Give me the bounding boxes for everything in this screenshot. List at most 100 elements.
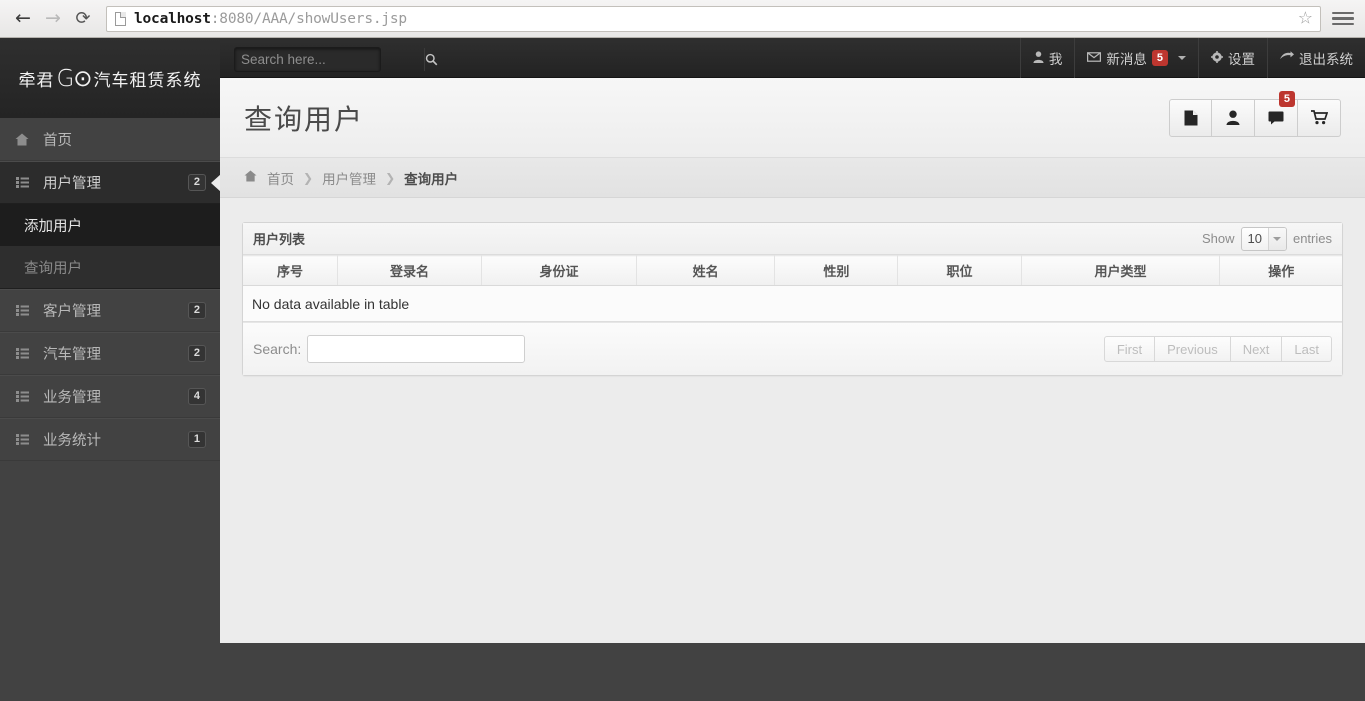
column-header-user-type[interactable]: 用户类型 [1021,255,1221,286]
table-body: No data available in table [243,285,1342,322]
page-size-select[interactable]: 10 [1240,226,1287,251]
sidebar-item-label: 首页 [43,132,72,149]
breadcrumb-item-home[interactable]: 首页 [267,168,294,188]
comment-badge: 5 [1278,90,1295,107]
cart-icon[interactable] [1298,98,1341,137]
column-header-name[interactable]: 姓名 [636,255,776,286]
sidebar-item-label: 业务管理 [43,390,101,406]
forward-icon[interactable]: → [38,4,68,34]
user-icon[interactable] [1212,98,1255,137]
chevron-right-icon: ❯ [303,170,314,185]
sidebar-subitem-add-user[interactable]: 添加用户 [0,204,220,246]
message-badge: 5 [1151,50,1168,66]
topnav-item-profile[interactable]: 我 [1019,38,1075,78]
column-header-actions[interactable]: 操作 [1219,255,1342,286]
topnav-label: 设置 [1228,52,1255,68]
address-bar[interactable]: localhost:8080/AAA/showUsers.jsp ☆ [106,5,1321,32]
browser-menu-icon[interactable] [1332,11,1354,26]
table-header-row: 序号 登录名 身份证 姓名 性别 职位 用户类型 操作 [243,255,1342,286]
sidebar-badge: 1 [187,431,206,448]
main-content: 查询用户 5 首页 ❯ 用户管理 ❯ 查询用户 用户列表 Show 10 ent… [220,78,1365,643]
sidebar-subitem-query-user[interactable]: 查询用户 [0,246,220,288]
sidebar-item-customer-management[interactable]: 客户管理 2 [0,289,220,332]
topnav-item-messages[interactable]: 新消息 5 [1074,38,1198,78]
user-icon [1033,50,1044,66]
go-mark-icon: G⊙ [56,66,92,92]
entries-label: entries [1292,231,1332,246]
url-text: localhost:8080/AAA/showUsers.jsp [134,11,407,27]
column-header-index[interactable]: 序号 [243,255,338,286]
envelope-icon [1087,51,1102,65]
users-table: 序号 登录名 身份证 姓名 性别 职位 用户类型 操作 No data avai [243,255,1342,322]
table-search-label: Search: [253,341,302,357]
breadcrumb-item-user-management[interactable]: 用户管理 [322,168,376,188]
sidebar-subitem-label: 查询用户 [24,260,82,277]
sidebar-item-business-management[interactable]: 业务管理 4 [0,375,220,418]
sidebar-item-business-statistics[interactable]: 业务统计 1 [0,418,220,461]
topnav-item-settings[interactable]: 设置 [1198,38,1267,78]
page-action-buttons: 5 [1169,90,1341,137]
page-header: 查询用户 5 [220,78,1365,158]
list-icon [14,305,30,316]
column-header-login[interactable]: 登录名 [337,255,482,286]
table-search-input[interactable] [307,335,526,363]
search-input[interactable] [235,52,424,67]
list-icon [14,348,30,359]
sidebar-badge: 2 [187,345,206,362]
column-header-idcard[interactable]: 身份证 [481,255,637,286]
empty-message: No data available in table [243,285,1342,322]
breadcrumb-item-current: 查询用户 [404,171,459,188]
sidebar-item-car-management[interactable]: 汽车管理 2 [0,332,220,375]
search-icon[interactable] [424,48,438,71]
home-icon [244,169,257,186]
panel-title: 用户列表 [253,233,306,248]
sidebar-item-home[interactable]: 首页 [0,118,220,161]
document-icon[interactable] [1169,98,1212,137]
url-path: :8080/AAA/showUsers.jsp [210,10,407,27]
app-root: 我 新消息 5 [0,38,1365,701]
top-navigation: 我 新消息 5 设置 退出系统 [1019,38,1365,78]
page-size-value: 10 [1247,231,1262,246]
user-list-panel: 用户列表 Show 10 entries 序号 登录名 身份证 姓名 性别 职位… [242,222,1343,376]
table-search: Search: [253,335,526,363]
show-label: Show [1201,231,1235,246]
topnav-item-logout[interactable]: 退出系统 [1267,38,1365,78]
sidebar-submenu-user: 添加用户 查询用户 [0,204,220,289]
page-info-icon [115,11,126,26]
browser-toolbar: ← → ⟳ localhost:8080/AAA/showUsers.jsp ☆ [0,0,1365,38]
table-empty-row: No data available in table [243,285,1342,322]
panel-header: 用户列表 Show 10 entries [243,223,1342,255]
app-logo[interactable]: 牵君 G⊙ 汽车租赁系统 [0,38,220,118]
list-icon [14,391,30,402]
sidebar: 首页 用户管理 2 添加用户 查询用户 客户管理 2 汽车管理 2 业务管理 4… [0,118,221,701]
back-icon[interactable]: ← [8,4,38,34]
global-search[interactable] [234,47,438,72]
sidebar-subitem-label: 添加用户 [24,218,82,235]
brand-left: 牵君 [18,70,55,91]
reload-icon[interactable]: ⟳ [68,4,98,34]
topnav-label: 退出系统 [1299,52,1353,68]
chevron-right-icon: ❯ [385,170,396,185]
entries-control: Show 10 entries [1201,226,1332,251]
table-header: 序号 登录名 身份证 姓名 性别 职位 用户类型 操作 [243,255,1342,286]
column-header-position[interactable]: 职位 [897,255,1022,286]
home-icon [14,133,30,146]
pagination-first[interactable]: First [1103,336,1156,362]
logout-arrow-icon [1280,51,1294,65]
sidebar-item-user-management[interactable]: 用户管理 2 [0,161,221,204]
sidebar-badge: 2 [187,174,206,191]
sidebar-badge: 2 [187,302,206,319]
comment-icon[interactable]: 5 [1255,90,1298,137]
chevron-down-icon[interactable] [1178,56,1186,60]
pagination-next[interactable]: Next [1230,336,1283,362]
brand-right: 汽车租赁系统 [93,70,202,91]
chevron-down-icon[interactable] [1267,227,1286,250]
sidebar-item-label: 客户管理 [43,304,101,320]
pagination-last[interactable]: Last [1282,336,1332,362]
gear-icon [1211,50,1223,66]
column-header-gender[interactable]: 性别 [774,255,899,286]
topnav-label: 我 [1048,52,1063,68]
bookmark-star-icon[interactable]: ☆ [1298,10,1313,27]
pagination-previous[interactable]: Previous [1155,336,1231,362]
sidebar-item-label: 汽车管理 [43,347,101,363]
